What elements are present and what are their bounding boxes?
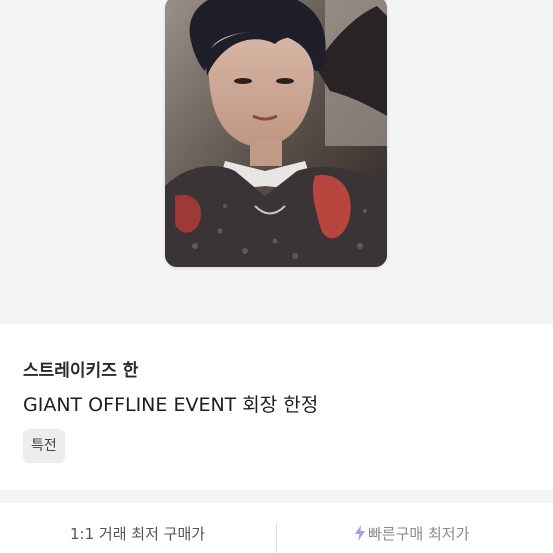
artist-name: 스트레이키즈 한 xyxy=(23,361,139,381)
price-summary-bar: 1:1 거래 최저 구매가 빠른구매 최저가 xyxy=(0,503,553,553)
photocard-image[interactable] xyxy=(165,0,387,267)
product-title: GIANT OFFLINE EVENT 회장 한정 xyxy=(23,394,319,416)
product-detail-page: 스트레이키즈 한 GIANT OFFLINE EVENT 회장 한정 특전 1:… xyxy=(0,0,553,553)
section-divider xyxy=(0,490,553,503)
lightning-bolt-icon xyxy=(355,525,365,541)
photocard-photo xyxy=(165,0,387,267)
p2p-lowest-price-text: 1:1 거래 최저 구매가 xyxy=(70,525,206,543)
quick-buy-lowest-price-label[interactable]: 빠른구매 최저가 xyxy=(354,523,469,544)
product-image-area xyxy=(0,0,553,324)
p2p-lowest-price-label[interactable]: 1:1 거래 최저 구매가 xyxy=(70,523,205,544)
product-info: 스트레이키즈 한 GIANT OFFLINE EVENT 회장 한정 특전 xyxy=(0,324,553,490)
tag-badge[interactable]: 특전 xyxy=(23,429,65,463)
column-divider xyxy=(276,523,277,553)
quick-buy-lowest-price-text: 빠른구매 최저가 xyxy=(368,525,470,543)
